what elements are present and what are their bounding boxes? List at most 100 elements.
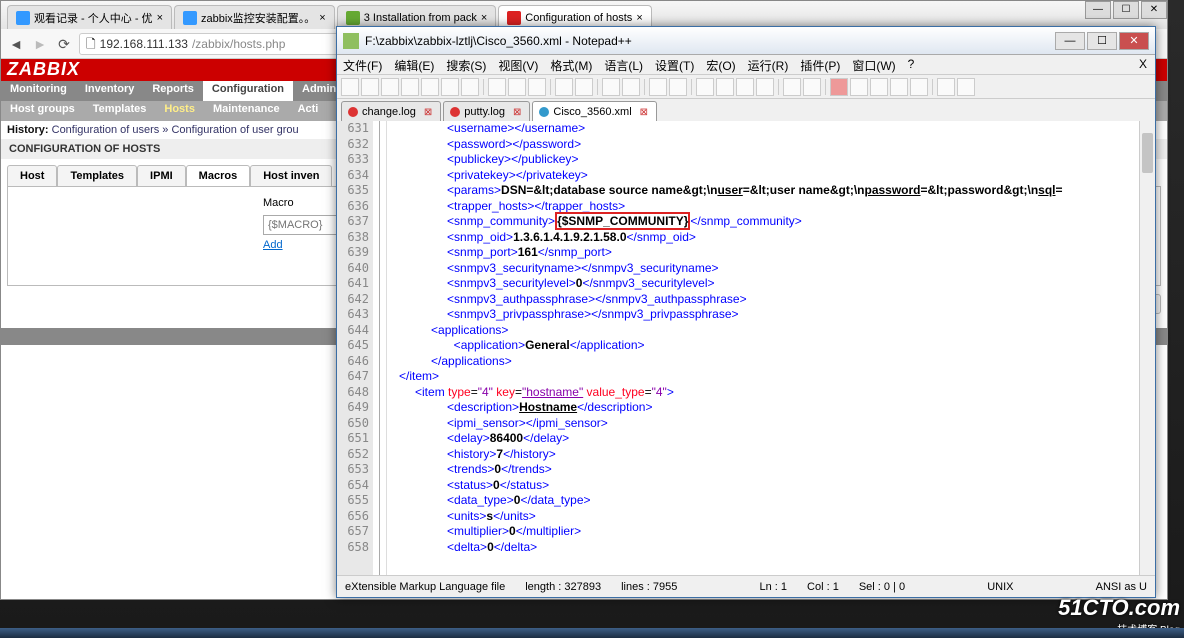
tab-hostinventory[interactable]: Host inven (250, 165, 332, 186)
tool-zoomout-icon[interactable] (669, 78, 687, 96)
tab-close-icon[interactable]: ⊠ (640, 107, 648, 118)
status-length: length : 327893 (525, 581, 601, 593)
tool-folder-icon[interactable] (783, 78, 801, 96)
vertical-scrollbar[interactable] (1139, 121, 1155, 575)
tool-find-icon[interactable] (602, 78, 620, 96)
menu-inventory[interactable]: Inventory (76, 81, 144, 101)
menu-plugins[interactable]: 插件(P) (794, 55, 846, 74)
modified-icon (348, 107, 358, 117)
tool-undo-icon[interactable] (555, 78, 573, 96)
tool-doc-icon[interactable] (957, 78, 975, 96)
npp-close-button[interactable]: ✕ (1119, 32, 1149, 50)
menu-view[interactable]: 视图(V) (492, 55, 544, 74)
tool-open-icon[interactable] (361, 78, 379, 96)
tab-label: change.log (362, 106, 416, 118)
taskbar[interactable] (0, 628, 1184, 638)
submenu-maintenance[interactable]: Maintenance (204, 101, 289, 121)
menu-close-icon[interactable]: X (1131, 55, 1155, 74)
tool-new-icon[interactable] (341, 78, 359, 96)
npp-minimize-button[interactable]: — (1055, 32, 1085, 50)
code-area[interactable]: <username></username><password></passwor… (387, 121, 1155, 575)
tab-close-icon[interactable]: ⊠ (424, 107, 432, 118)
menu-language[interactable]: 语言(L) (598, 55, 649, 74)
page-icon: 🗋 (86, 34, 96, 54)
macro-input[interactable] (263, 215, 339, 235)
tool-save-icon[interactable] (381, 78, 399, 96)
tab-ipmi[interactable]: IPMI (137, 165, 186, 186)
menu-file[interactable]: 文件(F) (337, 55, 388, 74)
browser-tab-0[interactable]: 观看记录 - 个人中心 - 优× (7, 5, 172, 29)
fold-margin[interactable] (373, 121, 387, 575)
minimize-button[interactable]: — (1085, 1, 1111, 19)
url-host: 192.168.111.133 (100, 34, 188, 54)
tab-close-icon[interactable]: × (157, 12, 163, 24)
status-lines: lines : 7955 (621, 581, 677, 593)
npp-titlebar[interactable]: F:\zabbix\zabbix-lztlj\Cisco_3560.xml - … (337, 27, 1155, 55)
tool-cut-icon[interactable] (488, 78, 506, 96)
npp-window-controls: — ☐ ✕ (1053, 32, 1149, 50)
tool-spell-icon[interactable] (937, 78, 955, 96)
tool-play-icon[interactable] (850, 78, 868, 96)
tool-print-icon[interactable] (461, 78, 479, 96)
menu-run[interactable]: 运行(R) (742, 55, 795, 74)
status-ln: Ln : 1 (759, 581, 787, 593)
submenu-templates[interactable]: Templates (84, 101, 156, 121)
submenu-hostgroups[interactable]: Host groups (1, 101, 84, 121)
npp-maximize-button[interactable]: ☐ (1087, 32, 1117, 50)
favicon (507, 11, 521, 25)
menu-macro[interactable]: 宏(O) (700, 55, 741, 74)
menu-help[interactable]: ? (902, 55, 921, 74)
tab-close-icon[interactable]: × (319, 12, 325, 24)
browser-tab-1[interactable]: zabbix监控安装配置。。× (174, 5, 335, 29)
tab-label: Cisco_3560.xml (553, 106, 631, 118)
menu-monitoring[interactable]: Monitoring (1, 81, 76, 101)
tab-close-icon[interactable]: ⊠ (513, 107, 521, 118)
tool-replace-icon[interactable] (622, 78, 640, 96)
tab-host[interactable]: Host (7, 165, 57, 186)
tool-redo-icon[interactable] (575, 78, 593, 96)
maximize-button[interactable]: ☐ (1113, 1, 1139, 19)
submenu-hosts[interactable]: Hosts (155, 101, 204, 121)
tool-chars-icon[interactable] (736, 78, 754, 96)
tool-close-icon[interactable] (421, 78, 439, 96)
menu-format[interactable]: 格式(M) (544, 55, 598, 74)
tool-paste-icon[interactable] (528, 78, 546, 96)
tab-close-icon[interactable]: × (636, 12, 642, 24)
menu-settings[interactable]: 设置(T) (649, 55, 700, 74)
tool-stop-icon[interactable] (870, 78, 888, 96)
tool-closeall-icon[interactable] (441, 78, 459, 96)
doc-tab-changelog[interactable]: change.log ⊠ (341, 101, 441, 121)
tool-sync-icon[interactable] (696, 78, 714, 96)
back-icon[interactable]: ◄ (7, 35, 25, 53)
menu-reports[interactable]: Reports (143, 81, 203, 101)
url-path: /zabbix/hosts.php (192, 34, 285, 54)
add-link[interactable]: Add (263, 239, 283, 251)
tool-copy-icon[interactable] (508, 78, 526, 96)
menu-search[interactable]: 搜索(S) (440, 55, 492, 74)
tool-saveall-icon[interactable] (401, 78, 419, 96)
reload-icon[interactable]: ⟳ (55, 35, 73, 53)
tool-func-icon[interactable] (803, 78, 821, 96)
scroll-thumb[interactable] (1142, 133, 1153, 173)
npp-editor[interactable]: 6316326336346356366376386396406416426436… (337, 121, 1155, 575)
menu-window[interactable]: 窗口(W) (846, 55, 901, 74)
history-label: History: (7, 124, 49, 136)
toolbar-sep (691, 79, 692, 95)
close-button[interactable]: ✕ (1141, 1, 1167, 19)
menu-configuration[interactable]: Configuration (203, 81, 293, 101)
forward-icon[interactable]: ► (31, 35, 49, 53)
toolbar-sep (932, 79, 933, 95)
tool-wrap-icon[interactable] (716, 78, 734, 96)
tab-close-icon[interactable]: × (481, 12, 487, 24)
doc-tab-cisco3560[interactable]: Cisco_3560.xml ⊠ (532, 101, 657, 121)
tool-indent-icon[interactable] (756, 78, 774, 96)
tab-templates[interactable]: Templates (57, 165, 137, 186)
tab-macros[interactable]: Macros (186, 165, 251, 186)
tool-record-icon[interactable] (830, 78, 848, 96)
submenu-actions[interactable]: Acti (289, 101, 328, 121)
menu-edit[interactable]: 编辑(E) (388, 55, 440, 74)
tool-savemacro-icon[interactable] (910, 78, 928, 96)
tool-playback-icon[interactable] (890, 78, 908, 96)
tool-zoomin-icon[interactable] (649, 78, 667, 96)
doc-tab-puttylog[interactable]: putty.log⊠ (443, 101, 530, 121)
